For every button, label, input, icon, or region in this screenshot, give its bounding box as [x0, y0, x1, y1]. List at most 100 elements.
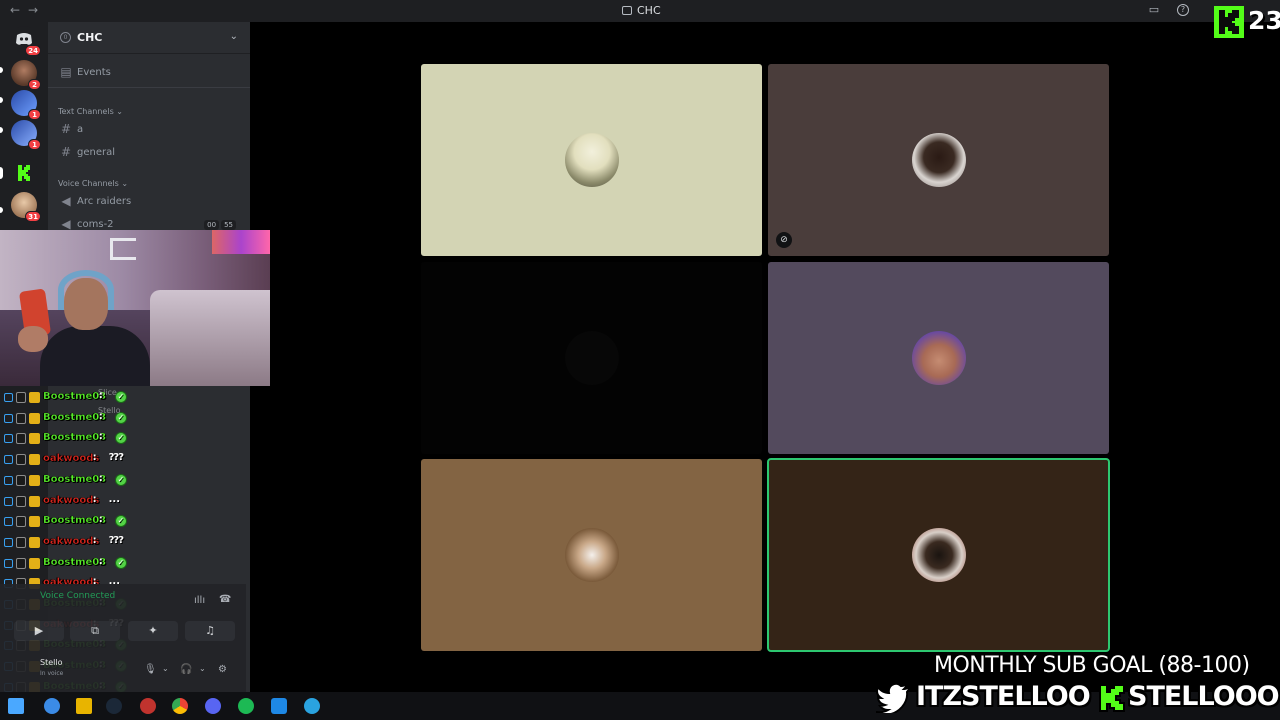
- chat-username[interactable]: Boostme03: [43, 412, 107, 423]
- subscriber-badge-icon: [29, 557, 40, 569]
- chat-separator: :: [98, 555, 103, 567]
- soundboard-button[interactable]: ♫: [185, 621, 235, 641]
- hash-icon: #: [60, 145, 72, 159]
- chat-separator: :: [92, 452, 97, 464]
- chevron-down-icon[interactable]: ⌄: [230, 31, 238, 42]
- direct-messages-icon[interactable]: 24: [11, 26, 41, 56]
- category-text-channels[interactable]: Text Channels ⌄: [58, 107, 123, 116]
- platform-icon: [4, 496, 13, 506]
- subscriber-badge-icon: [29, 433, 40, 445]
- server-icon-kick[interactable]: [11, 160, 37, 186]
- voice-panel: Voice Connected ıllı ☎ ▶ ⧉ ✦ ♫ Stello In…: [0, 584, 246, 692]
- social-handles: ITZSTELLOO STELLOOO: [874, 680, 1280, 716]
- events-item[interactable]: ▤ Events: [56, 63, 242, 83]
- user-avatar: [911, 133, 966, 187]
- sub-goal-text: MONTHLY SUB GOAL (88-100): [934, 653, 1250, 678]
- chat-message: oakwoods :...: [2, 494, 250, 510]
- chat-username[interactable]: Boostme03: [43, 474, 107, 485]
- call-tile-1[interactable]: [421, 64, 762, 256]
- chat-message: Boostme03 :✓: [2, 411, 250, 427]
- call-tile-4[interactable]: [768, 262, 1109, 454]
- screen-share-button[interactable]: ⧉: [70, 621, 120, 641]
- moderator-badge-icon: [16, 392, 26, 403]
- chat-username[interactable]: Boostme03: [43, 515, 107, 526]
- twitter-handle: ITZSTELLOO: [916, 681, 1091, 712]
- channel-general[interactable]: # general: [56, 143, 242, 163]
- browser-icon[interactable]: [44, 698, 60, 714]
- chrome-icon[interactable]: [172, 698, 188, 714]
- call-tile-6-speaking[interactable]: [767, 458, 1110, 652]
- chat-username[interactable]: Boostme03: [43, 391, 107, 402]
- channel-a[interactable]: # a: [56, 120, 242, 140]
- subscriber-badge-icon: [29, 412, 40, 424]
- chat-username[interactable]: oakwoods: [43, 536, 100, 547]
- voice-user-count: 00 55: [202, 220, 236, 230]
- activities-button[interactable]: ✦: [128, 621, 178, 641]
- server-badge-icon: 0: [60, 32, 71, 43]
- disconnect-icon[interactable]: ☎: [219, 594, 231, 605]
- chat-message: Boostme03 :✓: [2, 556, 250, 572]
- discord-icon[interactable]: [205, 698, 221, 714]
- selected-pill: [0, 167, 3, 179]
- chat-username[interactable]: Boostme03: [43, 556, 107, 567]
- app-icon[interactable]: [271, 698, 287, 714]
- user-name: Stello: [40, 658, 63, 667]
- moderator-badge-icon: [16, 495, 26, 507]
- user-avatar: [564, 331, 619, 385]
- microphone-icon[interactable]: 🎙: [144, 664, 157, 675]
- chat-username[interactable]: oakwoods: [43, 494, 100, 505]
- back-forward-icon[interactable]: ←→: [10, 3, 46, 17]
- call-tile-2[interactable]: ⊘: [768, 64, 1109, 256]
- kick-viewer-count: 23: [1248, 6, 1280, 35]
- inbox-icon[interactable]: ▭: [1148, 4, 1160, 16]
- call-stage: ⊘: [250, 22, 1280, 692]
- server-icon-hoops[interactable]: 1: [11, 90, 41, 120]
- spotify-icon[interactable]: [238, 698, 254, 714]
- chevron-down-icon[interactable]: ⌄: [199, 664, 206, 673]
- category-voice-channels[interactable]: Voice Channels ⌄: [58, 179, 128, 188]
- twitter-icon: [876, 683, 912, 713]
- chat-message: oakwoods :???: [2, 452, 250, 468]
- app-icon[interactable]: [76, 698, 92, 714]
- chat-message: Boostme03 : ✓: [2, 514, 250, 530]
- video-off-icon: ⊘: [776, 232, 792, 248]
- emote-icon: ✓: [114, 515, 127, 528]
- chat-username[interactable]: oakwoods: [43, 453, 100, 464]
- voice-channel-arc-raiders[interactable]: ◀ Arc raiders: [56, 192, 242, 212]
- unread-pill: [0, 127, 3, 133]
- chat-message-question: ???: [108, 534, 124, 546]
- chat-username[interactable]: Boostme03: [43, 432, 107, 443]
- platform-icon: [4, 537, 13, 547]
- server-icon-2[interactable]: 31: [11, 192, 41, 222]
- platform-icon: [4, 517, 13, 527]
- server-icon-hoops-2[interactable]: 1: [11, 120, 41, 150]
- steam-icon[interactable]: [106, 698, 122, 714]
- start-icon[interactable]: [8, 698, 24, 714]
- call-tile-5[interactable]: [421, 459, 762, 651]
- server-icon-1[interactable]: 2: [11, 60, 41, 90]
- wall-decoration: [110, 238, 136, 260]
- subscriber-badge-icon: [29, 516, 40, 528]
- user-avatar: [564, 528, 619, 582]
- signal-icon[interactable]: ıllı: [194, 595, 205, 606]
- kick-handle: STELLOOO: [1128, 681, 1280, 712]
- user-avatar: [911, 528, 966, 582]
- chat-separator: :: [98, 514, 103, 526]
- kick-icon: [1099, 684, 1125, 712]
- moderator-badge-icon: [16, 557, 26, 569]
- platform-icon: [4, 475, 13, 485]
- mention-badge: 1: [28, 139, 41, 150]
- help-icon[interactable]: ?: [1177, 4, 1189, 16]
- emote-icon: ✓: [114, 432, 127, 445]
- app-icon[interactable]: [140, 698, 156, 714]
- camera-button[interactable]: ▶: [14, 621, 64, 641]
- telegram-icon[interactable]: [304, 698, 320, 714]
- wall-poster: [212, 230, 270, 254]
- server-header[interactable]: 0 CHC ⌄: [48, 22, 250, 54]
- platform-icon: [4, 455, 13, 465]
- chevron-down-icon[interactable]: ⌄: [162, 664, 169, 673]
- call-tile-3[interactable]: [421, 262, 762, 454]
- moderator-badge-icon: [16, 433, 26, 445]
- gear-icon[interactable]: ⚙: [218, 664, 227, 675]
- headphones-icon[interactable]: 🎧: [180, 664, 192, 675]
